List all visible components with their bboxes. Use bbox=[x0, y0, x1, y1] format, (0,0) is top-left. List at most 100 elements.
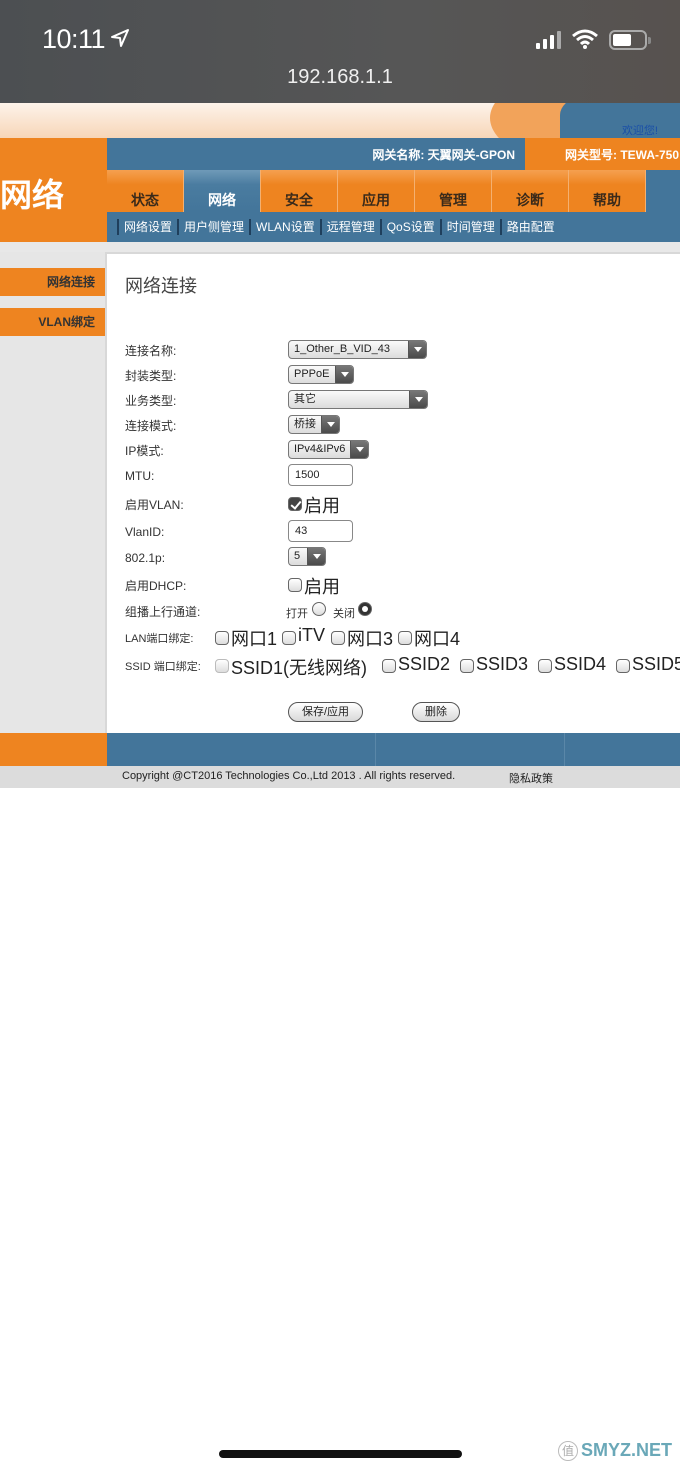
lan-binding-label: LAN端口绑定: bbox=[125, 633, 194, 645]
ssid-binding-label: SSID 端口绑定: bbox=[125, 661, 201, 673]
subnav-wlan-settings[interactable]: WLAN设置 bbox=[249, 219, 320, 235]
lan-port4-label: 网口4 bbox=[414, 629, 461, 649]
ip-mode-select[interactable]: IPv4&IPv6 bbox=[288, 440, 369, 459]
ssid5-label: SSID5 bbox=[632, 654, 680, 674]
tab-status[interactable]: 状态 bbox=[107, 170, 184, 212]
chevron-down-icon bbox=[307, 548, 325, 565]
logo bbox=[190, 103, 270, 107]
gateway-model: 网关型号: TEWA-750 bbox=[565, 148, 680, 162]
sidebar: 网络连接 VLAN绑定 bbox=[0, 252, 107, 733]
cellular-signal-icon bbox=[536, 31, 561, 49]
home-indicator[interactable] bbox=[219, 1450, 462, 1458]
dot1p-label: 802.1p: bbox=[125, 551, 166, 565]
url-display[interactable]: 192.168.1.1 bbox=[0, 66, 680, 89]
ip-mode-label: IP模式: bbox=[125, 444, 164, 458]
watermark-text: SMYZ.NET bbox=[581, 1440, 673, 1460]
vlan-id-label: VlanID: bbox=[125, 525, 165, 539]
copyright-bar: Copyright @CT2016 Technologies Co.,Ltd 2… bbox=[0, 766, 680, 788]
connection-mode-select[interactable]: 桥接 bbox=[288, 415, 340, 434]
chevron-down-icon bbox=[408, 341, 426, 358]
service-type-value: 其它 bbox=[294, 393, 316, 405]
banner-blue-area bbox=[560, 103, 680, 138]
enable-dhcp-option: 启用 bbox=[304, 577, 340, 597]
subnav-user-side-management[interactable]: 用户侧管理 bbox=[177, 219, 249, 235]
service-type-select[interactable]: 其它 bbox=[288, 390, 428, 409]
subnav-time-management[interactable]: 时间管理 bbox=[439, 219, 500, 235]
wifi-icon bbox=[572, 29, 598, 49]
footer-left-block bbox=[0, 733, 107, 766]
subnav-qos-settings[interactable]: QoS设置 bbox=[379, 219, 440, 235]
multicast-off-label: 关闭 bbox=[333, 608, 355, 620]
mtu-label: MTU: bbox=[125, 469, 155, 483]
lan-port3-label: 网口3 bbox=[347, 629, 394, 649]
enable-vlan-checkbox[interactable] bbox=[288, 497, 302, 511]
tab-help[interactable]: 帮助 bbox=[569, 170, 646, 212]
dot1p-value: 5 bbox=[294, 550, 301, 562]
tab-application[interactable]: 应用 bbox=[338, 170, 415, 212]
enable-dhcp-checkbox[interactable] bbox=[288, 578, 302, 592]
welcome-text: 欢迎您! bbox=[621, 125, 658, 137]
main-content: 网络连接 连接名称: 1_Other_B_VID_43 封装类型: PPPoE … bbox=[105, 252, 680, 733]
battery-icon bbox=[609, 30, 651, 50]
enable-vlan-label: 启用VLAN: bbox=[125, 498, 184, 512]
delete-button[interactable]: 删除 bbox=[412, 702, 460, 722]
clock: 10:11 bbox=[42, 24, 106, 54]
service-type-label: 业务类型: bbox=[125, 394, 177, 408]
lan-port3-checkbox[interactable] bbox=[331, 631, 345, 645]
tab-security[interactable]: 安全 bbox=[261, 170, 338, 212]
mtu-input[interactable]: 1500 bbox=[288, 464, 353, 486]
footer-separator bbox=[375, 733, 376, 766]
dot1p-select[interactable]: 5 bbox=[288, 547, 326, 566]
chevron-down-icon bbox=[335, 366, 353, 383]
subnav-network-settings[interactable]: 网络设置 bbox=[117, 219, 177, 235]
ssid1-label: SSID1(无线网络) bbox=[231, 658, 368, 678]
vlan-id-input[interactable]: 43 bbox=[288, 520, 353, 542]
ssid3-label: SSID3 bbox=[476, 654, 529, 674]
sidebar-item-vlan-binding[interactable]: VLAN绑定 bbox=[0, 308, 105, 336]
multicast-off-radio[interactable] bbox=[358, 602, 372, 616]
watermark-seal-icon: 值 bbox=[558, 1441, 578, 1462]
enable-vlan-option: 启用 bbox=[304, 496, 340, 516]
location-arrow-icon bbox=[111, 29, 129, 47]
ssid4-checkbox[interactable] bbox=[538, 659, 552, 673]
chevron-down-icon bbox=[350, 441, 368, 458]
divider bbox=[0, 242, 680, 252]
page-title: 网络连接 bbox=[125, 276, 197, 296]
copyright-text: Copyright @CT2016 Technologies Co.,Ltd 2… bbox=[122, 770, 456, 782]
subnav-remote-management[interactable]: 远程管理 bbox=[319, 219, 380, 235]
ssid3-checkbox[interactable] bbox=[460, 659, 474, 673]
sidebar-item-network-connection[interactable]: 网络连接 bbox=[0, 268, 105, 296]
multicast-on-radio[interactable] bbox=[312, 602, 326, 616]
connection-name-label: 连接名称: bbox=[125, 344, 177, 358]
ssid2-checkbox[interactable] bbox=[382, 659, 396, 673]
router-banner: 欢迎您! bbox=[0, 103, 680, 138]
ssid1-checkbox[interactable] bbox=[215, 659, 229, 673]
multicast-on-label: 打开 bbox=[286, 608, 308, 620]
connection-mode-value: 桥接 bbox=[294, 418, 316, 430]
gateway-info-bar: 网关名称: 天翼网关-GPON bbox=[107, 138, 525, 170]
tab-diagnostics[interactable]: 诊断 bbox=[492, 170, 569, 212]
tab-network[interactable]: 网络 bbox=[184, 170, 261, 212]
gateway-name: 网关名称: 天翼网关-GPON bbox=[372, 148, 515, 162]
lan-itv-checkbox[interactable] bbox=[282, 631, 296, 645]
lan-port4-checkbox[interactable] bbox=[398, 631, 412, 645]
browser-status-bar: 10:11 192.168.1.1 bbox=[0, 0, 680, 103]
section-title: 网络 bbox=[0, 177, 65, 213]
connection-name-value: 1_Other_B_VID_43 bbox=[294, 343, 391, 355]
enable-dhcp-label: 启用DHCP: bbox=[125, 579, 187, 593]
main-tabs: 状态 网络 安全 应用 管理 诊断 帮助 bbox=[107, 170, 680, 212]
encapsulation-select[interactable]: PPPoE bbox=[288, 365, 354, 384]
ssid2-label: SSID2 bbox=[398, 654, 451, 674]
encapsulation-label: 封装类型: bbox=[125, 369, 177, 383]
subnav-route-config[interactable]: 路由配置 bbox=[499, 219, 560, 235]
connection-name-select[interactable]: 1_Other_B_VID_43 bbox=[288, 340, 427, 359]
save-apply-button[interactable]: 保存/应用 bbox=[288, 702, 363, 722]
ssid4-label: SSID4 bbox=[554, 654, 607, 674]
chevron-down-icon bbox=[321, 416, 339, 433]
ssid5-checkbox[interactable] bbox=[616, 659, 630, 673]
encapsulation-value: PPPoE bbox=[294, 368, 330, 380]
privacy-policy-link[interactable]: 隐私政策 bbox=[509, 770, 553, 786]
lan-port1-checkbox[interactable] bbox=[215, 631, 229, 645]
footer-separator bbox=[564, 733, 565, 766]
tab-management[interactable]: 管理 bbox=[415, 170, 492, 212]
